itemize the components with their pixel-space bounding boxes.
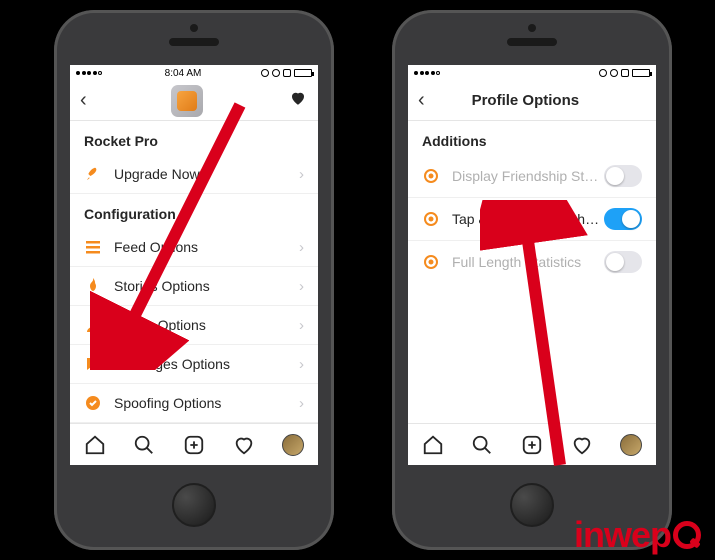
tab-activity[interactable]	[570, 433, 594, 457]
nav-header: ‹ Profile Options	[408, 81, 656, 121]
section-header-additions: Additions	[408, 121, 656, 155]
bullet-icon	[422, 210, 440, 228]
tab-add[interactable]	[520, 433, 544, 457]
earpiece	[169, 38, 219, 46]
row-label: Full Length Statistics	[452, 254, 604, 270]
screen-left: 8:04 AM ‹ Rocket Pro Upgrade Now!	[70, 65, 318, 465]
row-full-length-stats[interactable]: Full Length Statistics	[408, 241, 656, 283]
tab-search[interactable]	[470, 433, 494, 457]
avatar-icon	[620, 434, 642, 456]
profile-icon	[84, 316, 102, 334]
row-label: Upgrade Now!	[114, 166, 299, 182]
status-icon	[272, 69, 280, 77]
row-friendship-status[interactable]: Display Friendship Status	[408, 155, 656, 198]
options-list: Additions Display Friendship Status Tap …	[408, 121, 656, 423]
row-label: Profile Options	[114, 317, 299, 333]
section-header-premium: Rocket Pro	[70, 121, 318, 155]
camera-dot	[528, 24, 536, 32]
tab-search[interactable]	[132, 433, 156, 457]
toggle-friendship[interactable]	[604, 165, 642, 187]
favorite-button[interactable]	[288, 89, 308, 112]
row-label: Display Friendship Status	[452, 168, 604, 184]
phone-frame-right: ‹ Profile Options Additions Display Frie…	[392, 10, 672, 550]
row-label: Spoofing Options	[114, 395, 299, 411]
row-label: Tap & Hold Profile Photo...	[452, 211, 604, 227]
row-stories-options[interactable]: Stories Options ›	[70, 267, 318, 306]
screen-right: ‹ Profile Options Additions Display Frie…	[408, 65, 656, 465]
signal-icon	[414, 71, 440, 75]
orientation-lock-icon	[599, 69, 607, 77]
avatar-icon	[282, 434, 304, 456]
chevron-right-icon: ›	[299, 239, 304, 256]
signal-icon	[76, 71, 102, 75]
alarm-icon	[621, 69, 629, 77]
tab-bar	[408, 423, 656, 465]
row-tap-hold-photo[interactable]: Tap & Hold Profile Photo...	[408, 198, 656, 241]
row-upgrade[interactable]: Upgrade Now! ›	[70, 155, 318, 194]
status-icon	[610, 69, 618, 77]
page-title: Profile Options	[472, 92, 580, 109]
watermark-logo-icon	[673, 521, 701, 549]
row-messages-options[interactable]: Messages Options ›	[70, 345, 318, 384]
toggle-taphold[interactable]	[604, 208, 642, 230]
home-button[interactable]	[172, 483, 216, 527]
home-button[interactable]	[510, 483, 554, 527]
nav-header: ‹	[70, 81, 318, 121]
alarm-icon	[283, 69, 291, 77]
row-label: Messages Options	[114, 356, 299, 372]
tab-activity[interactable]	[232, 433, 256, 457]
battery-icon	[632, 69, 650, 77]
row-profile-options[interactable]: Profile Options ›	[70, 306, 318, 345]
row-label: Stories Options	[114, 278, 299, 294]
section-header-config: Configuration	[70, 194, 318, 228]
app-icon[interactable]	[171, 85, 203, 117]
chevron-right-icon: ›	[299, 166, 304, 183]
row-label: Feed Options	[114, 239, 299, 255]
tab-profile[interactable]	[281, 433, 305, 457]
back-button[interactable]: ‹	[80, 89, 87, 112]
bullet-icon	[422, 167, 440, 185]
tab-home[interactable]	[83, 433, 107, 457]
message-icon	[84, 355, 102, 373]
settings-list: Rocket Pro Upgrade Now! › Configuration …	[70, 121, 318, 423]
toggle-fulllength[interactable]	[604, 251, 642, 273]
bullet-icon	[422, 253, 440, 271]
tab-profile[interactable]	[619, 433, 643, 457]
chevron-right-icon: ›	[299, 356, 304, 373]
chevron-right-icon: ›	[299, 317, 304, 334]
tab-add[interactable]	[182, 433, 206, 457]
orientation-lock-icon	[261, 69, 269, 77]
tab-bar	[70, 423, 318, 465]
status-bar: 8:04 AM	[70, 65, 318, 81]
rocket-icon	[84, 165, 102, 183]
row-feed-options[interactable]: Feed Options ›	[70, 228, 318, 267]
tab-home[interactable]	[421, 433, 445, 457]
flame-icon	[84, 277, 102, 295]
watermark: inwep	[574, 514, 701, 556]
check-icon	[84, 394, 102, 412]
row-spoofing-options[interactable]: Spoofing Options ›	[70, 384, 318, 423]
watermark-text: inwep	[574, 514, 671, 556]
status-time: 8:04 AM	[165, 68, 202, 79]
phone-top	[54, 10, 334, 65]
status-bar	[408, 65, 656, 81]
phone-top	[392, 10, 672, 65]
chevron-right-icon: ›	[299, 395, 304, 412]
chevron-right-icon: ›	[299, 278, 304, 295]
phone-frame-left: 8:04 AM ‹ Rocket Pro Upgrade Now!	[54, 10, 334, 550]
camera-dot	[190, 24, 198, 32]
battery-icon	[294, 69, 312, 77]
back-button[interactable]: ‹	[418, 89, 425, 112]
earpiece	[507, 38, 557, 46]
feed-icon	[84, 238, 102, 256]
